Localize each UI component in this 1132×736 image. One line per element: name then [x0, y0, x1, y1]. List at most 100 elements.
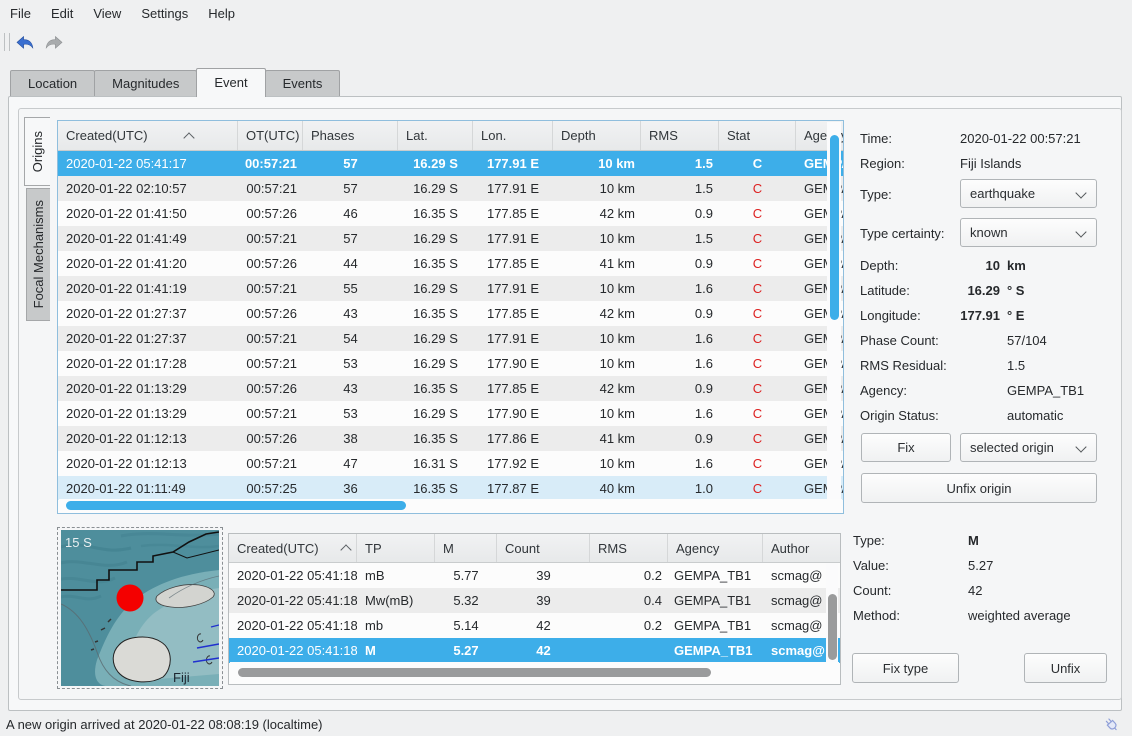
cell-created: 2020-01-22 01:41:20 — [58, 251, 238, 276]
origin-row[interactable]: 2020-01-22 01:41:19 00:57:21 55 16.29 S … — [58, 276, 843, 301]
origins-horizontal-scrollbar[interactable] — [59, 499, 842, 512]
origin-row[interactable]: 2020-01-22 01:27:37 00:57:26 43 16.35 S … — [58, 301, 843, 326]
undo-arrow-icon — [16, 34, 34, 50]
status-bar: A new origin arrived at 2020-01-22 08:08… — [0, 713, 1132, 736]
magnitudes-horizontal-scrollbar[interactable] — [230, 662, 839, 683]
origin-row[interactable]: 2020-01-22 01:13:29 00:57:26 43 16.35 S … — [58, 376, 843, 401]
undo-button[interactable] — [14, 32, 36, 52]
event-type-combo[interactable]: earthquake — [960, 179, 1097, 208]
origin-map-thumbnail[interactable]: 15 S Fiji — [61, 530, 219, 686]
connection-plug-icon[interactable] — [1102, 714, 1122, 736]
cell-ot: 00:57:21 — [238, 276, 303, 301]
column-header-count[interactable]: Count — [497, 534, 590, 562]
cell-phases: 53 — [303, 351, 398, 376]
cell-created: 2020-01-22 05:41:18 — [229, 638, 357, 663]
cell-ot: 00:57:21 — [238, 351, 303, 376]
magnitude-row[interactable]: 2020-01-22 05:41:18 mB 5.77 39 0.2 GEMPA… — [229, 563, 840, 588]
origins-horizontal-scrollbar-thumb[interactable] — [66, 501, 406, 510]
unfix-button[interactable]: Unfix — [1024, 653, 1107, 683]
origin-row[interactable]: 2020-01-22 01:41:49 00:57:21 57 16.29 S … — [58, 226, 843, 251]
cell-stat: C — [719, 251, 796, 276]
column-header-depth[interactable]: Depth — [553, 121, 641, 150]
menu-edit[interactable]: Edit — [41, 2, 83, 25]
origin-row[interactable]: 2020-01-22 01:27:37 00:57:21 54 16.29 S … — [58, 326, 843, 351]
cell-created: 2020-01-22 01:17:28 — [58, 351, 238, 376]
column-header-created[interactable]: Created(UTC) — [58, 121, 238, 150]
origin-row[interactable]: 2020-01-22 05:41:17 00:57:21 57 16.29 S … — [58, 151, 843, 176]
magnitude-row[interactable]: 2020-01-22 05:41:18 M 5.27 42 GEMPA_TB1 … — [229, 638, 840, 663]
cell-ot: 00:57:21 — [238, 151, 303, 176]
magnitude-row[interactable]: 2020-01-22 05:41:18 Mw(mB) 5.32 39 0.4 G… — [229, 588, 840, 613]
column-header-tp[interactable]: TP — [357, 534, 435, 562]
cell-count: 39 — [497, 588, 590, 613]
tab-events[interactable]: Events — [265, 70, 341, 96]
tab-event[interactable]: Event — [196, 68, 265, 97]
cell-tp: mB — [357, 563, 435, 588]
origin-row[interactable]: 2020-01-22 01:11:49 00:57:25 36 16.35 S … — [58, 476, 843, 500]
cell-created: 2020-01-22 01:41:49 — [58, 226, 238, 251]
cell-rms: 1.5 — [641, 176, 719, 201]
menu-settings[interactable]: Settings — [131, 2, 198, 25]
side-tab-focal-mechanisms-label: Focal Mechanisms — [31, 200, 46, 308]
redo-button[interactable] — [43, 32, 65, 52]
tab-magnitudes[interactable]: Magnitudes — [94, 70, 197, 96]
origin-row[interactable]: 2020-01-22 01:12:13 00:57:21 47 16.31 S … — [58, 451, 843, 476]
unfix-origin-button[interactable]: Unfix origin — [861, 473, 1097, 503]
side-tab-focal-mechanisms[interactable]: Focal Mechanisms — [26, 188, 50, 321]
column-header-agency[interactable]: Agency — [668, 534, 763, 562]
rms-residual-value: 1.5 — [1000, 358, 1025, 373]
column-header-created[interactable]: Created(UTC) — [229, 534, 357, 562]
column-header-rms[interactable]: RMS — [590, 534, 668, 562]
magnitude-count-label: Count: — [853, 583, 968, 598]
cell-stat: C — [719, 201, 796, 226]
longitude-label: Longitude: — [852, 308, 960, 323]
cell-lon: 177.91 E — [473, 176, 553, 201]
cell-rms: 0.9 — [641, 251, 719, 276]
origins-vertical-scrollbar[interactable] — [827, 122, 841, 500]
fix-mode-combo[interactable]: selected origin — [960, 433, 1097, 462]
column-header-lon[interactable]: Lon. — [473, 121, 553, 150]
tab-location[interactable]: Location — [10, 70, 95, 96]
column-header-ot[interactable]: OT(UTC) — [238, 121, 303, 150]
menu-view[interactable]: View — [83, 2, 131, 25]
menu-help[interactable]: Help — [198, 2, 245, 25]
agency-value: GEMPA_TB1 — [1000, 383, 1084, 398]
origin-row[interactable]: 2020-01-22 01:13:29 00:57:21 53 16.29 S … — [58, 401, 843, 426]
cell-created: 2020-01-22 01:13:29 — [58, 376, 238, 401]
cell-tp: mb — [357, 613, 435, 638]
cell-stat: C — [719, 476, 796, 500]
origin-row[interactable]: 2020-01-22 01:41:20 00:57:26 44 16.35 S … — [58, 251, 843, 276]
magnitude-row[interactable]: 2020-01-22 05:41:18 mb 5.14 42 0.2 GEMPA… — [229, 613, 840, 638]
type-certainty-combo[interactable]: known — [960, 218, 1097, 247]
column-header-phases[interactable]: Phases — [303, 121, 398, 150]
cell-ot: 00:57:26 — [238, 301, 303, 326]
origin-row[interactable]: 2020-01-22 01:17:28 00:57:21 53 16.29 S … — [58, 351, 843, 376]
column-header-author[interactable]: Author — [763, 534, 840, 562]
column-header-stat[interactable]: Stat — [719, 121, 796, 150]
cell-lon: 177.91 E — [473, 276, 553, 301]
cell-created: 2020-01-22 05:41:17 — [58, 151, 238, 176]
cell-created: 2020-01-22 01:12:13 — [58, 426, 238, 451]
fix-type-button[interactable]: Fix type — [852, 653, 959, 683]
column-header-m[interactable]: M — [435, 534, 497, 562]
cell-stat: C — [719, 151, 796, 176]
magnitudes-vertical-scrollbar-thumb[interactable] — [828, 594, 837, 660]
origin-row[interactable]: 2020-01-22 01:12:13 00:57:26 38 16.35 S … — [58, 426, 843, 451]
time-value: 2020-01-22 00:57:21 — [960, 131, 1081, 146]
menu-file[interactable]: File — [0, 2, 41, 25]
column-header-rms[interactable]: RMS — [641, 121, 719, 150]
column-header-lat[interactable]: Lat. — [398, 121, 473, 150]
chevron-down-icon — [1075, 441, 1086, 452]
magnitudes-vertical-scrollbar[interactable] — [826, 563, 838, 663]
origins-vertical-scrollbar-thumb[interactable] — [830, 135, 839, 320]
toolbar-drag-handle[interactable] — [4, 33, 10, 51]
fix-button[interactable]: Fix — [861, 433, 951, 462]
origin-row[interactable]: 2020-01-22 01:41:50 00:57:26 46 16.35 S … — [58, 201, 843, 226]
cell-lat: 16.29 S — [398, 276, 473, 301]
magnitudes-horizontal-scrollbar-thumb[interactable] — [238, 668, 711, 677]
origin-latitude-row: Latitude: 16.29 ° S — [852, 280, 1110, 300]
cell-lat: 16.31 S — [398, 451, 473, 476]
origin-row[interactable]: 2020-01-22 02:10:57 00:57:21 57 16.29 S … — [58, 176, 843, 201]
side-tab-origins[interactable]: Origins — [24, 117, 50, 186]
magnitude-method-row: Method: weighted average — [853, 605, 1111, 625]
